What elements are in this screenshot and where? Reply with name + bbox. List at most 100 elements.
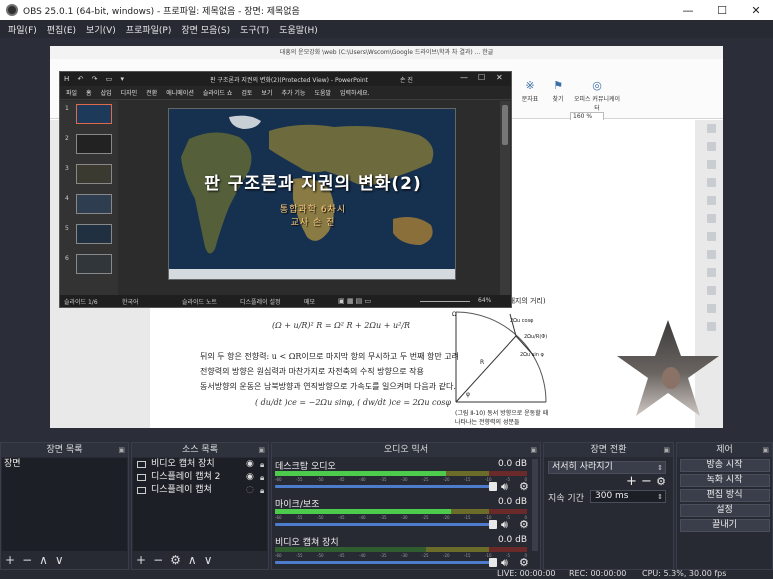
channel-settings-gear-icon[interactable]: ⚙ <box>519 556 529 569</box>
volume-slider[interactable] <box>275 523 493 526</box>
move-down-icon[interactable]: ∨ <box>204 553 213 567</box>
channel-settings-gear-icon[interactable]: ⚙ <box>519 480 529 493</box>
transition-select[interactable]: 서서히 사라지기 ⇕ <box>548 461 666 474</box>
dock-float-icon[interactable]: ▣ <box>762 443 769 457</box>
menu-profile[interactable]: 프로파일(P) <box>121 23 177 36</box>
source-settings-gear-icon[interactable]: ⚙ <box>170 553 181 567</box>
ppt-quick-access: H ↶ ↷ ▭ ▾ <box>64 75 128 83</box>
dock-float-icon[interactable]: ▣ <box>530 443 537 457</box>
doc-line-3: 동서방향의 운동은 남북방향과 연직방향으로 가속도를 일으켜며 다음과 같다. <box>200 382 456 391</box>
menu-tools[interactable]: 도구(T) <box>235 23 274 36</box>
start-recording-button[interactable]: 녹화 시작 <box>679 474 770 487</box>
menu-edit[interactable]: 편집(E) <box>42 23 81 36</box>
ppt-tab-addins: 추가 기능 <box>281 90 306 97</box>
mixer-dock-header: 오디오 믹서 ▣ <box>272 443 540 457</box>
maximize-button[interactable]: ☐ <box>705 0 739 20</box>
minimize-button[interactable]: — <box>671 0 705 20</box>
figure-label-radius: R <box>480 359 484 366</box>
obs-window: OBS 25.0.1 (64-bit, windows) - 프로파일: 제목없… <box>0 0 773 579</box>
start-streaming-button[interactable]: 방송 시작 <box>679 459 770 472</box>
ppt-tell-me: 입력하세요. <box>340 90 370 97</box>
channel-settings-gear-icon[interactable]: ⚙ <box>519 518 529 531</box>
controls-dock-header: 제어 ▣ <box>677 443 772 457</box>
select-spinner-icon: ⇕ <box>657 464 663 472</box>
remove-source-button[interactable]: − <box>153 553 163 567</box>
meter-tick-label: -30 <box>401 553 408 558</box>
volume-meter <box>275 509 527 514</box>
move-up-icon[interactable]: ∧ <box>188 553 197 567</box>
dock-float-icon[interactable]: ▣ <box>258 443 265 457</box>
dock-float-icon[interactable]: ▣ <box>118 443 125 457</box>
meter-tick-label: -45 <box>338 515 345 520</box>
ppt-tab-view: 보기 <box>261 90 273 97</box>
ppt-language: 한국어 <box>122 299 139 306</box>
source-item[interactable]: 디스플레이 캡쳐 ◌ 🔒︎ <box>133 484 267 497</box>
source-item[interactable]: 디스플레이 캡쳐 2 ◉ 🔒︎ <box>133 471 267 484</box>
visibility-eye-icon[interactable]: ◉ <box>246 471 254 484</box>
add-source-button[interactable]: + <box>136 553 146 567</box>
volume-slider-handle[interactable] <box>489 482 497 491</box>
move-up-icon[interactable]: ∧ <box>39 553 48 567</box>
speaker-icon[interactable]: 🔊︎ <box>501 480 508 494</box>
slide-subtitle-course: 통합과학 6차시 <box>279 205 347 215</box>
sources-list[interactable]: 비디오 캡처 장치 ◉ 🔒︎ 디스플레이 캡쳐 2 ◉ 🔒︎ 디스플레이 캡쳐 … <box>133 458 267 551</box>
menu-help[interactable]: 도움말(H) <box>274 23 323 36</box>
duration-spinbox[interactable]: 300 ms ⇕ <box>590 490 666 503</box>
source-item[interactable]: 비디오 캡처 장치 ◉ 🔒︎ <box>133 458 267 471</box>
menu-scene-collection[interactable]: 장면 모음(S) <box>176 23 235 36</box>
meter-tick-label: -35 <box>380 477 387 482</box>
volume-meter <box>275 471 527 476</box>
lock-icon[interactable]: 🔒︎ <box>260 471 264 484</box>
word-title-bar: 대흥의 운모강화 \web (C:\Users\Wscom\Google 드라이… <box>50 46 723 59</box>
visibility-eye-icon[interactable]: ◉ <box>246 458 254 471</box>
speaker-icon[interactable]: 🔊︎ <box>501 518 508 532</box>
volume-slider-handle[interactable] <box>489 520 497 529</box>
meter-tick-label: -55 <box>296 515 303 520</box>
settings-button[interactable]: 설정 <box>679 504 770 517</box>
word-charmap-label: 문자표 <box>521 96 539 103</box>
figure-label-phi: φ <box>466 391 470 398</box>
meter-tick-label: -40 <box>359 515 366 520</box>
exit-button[interactable]: 끝내기 <box>679 519 770 532</box>
transition-add-remove: + − ⚙ <box>626 474 666 489</box>
menu-view[interactable]: 보기(V) <box>81 23 121 36</box>
mixer-channel-desktop: 데스크탑 오디오 0.0 dB -60 -55 -50 -45 -40 -35 -30 -25… <box>275 459 533 497</box>
volume-slider[interactable] <box>275 485 493 488</box>
meter-tick-label: -30 <box>401 477 408 482</box>
scenes-list[interactable]: 장면 <box>2 458 127 551</box>
ppt-thumbnail-pane: 1 2 3 4 5 6 <box>60 101 118 295</box>
meter-tick-label: -55 <box>296 477 303 482</box>
meter-tick-label: -15 <box>464 553 471 558</box>
thumb-number-4: 4 <box>65 195 69 202</box>
add-transition-button[interactable]: + <box>626 474 637 489</box>
speaker-icon[interactable]: 🔊︎ <box>501 556 508 570</box>
scenes-toolbar: + − ∧ ∨ <box>1 551 128 569</box>
meter-tick-label: -35 <box>380 553 387 558</box>
ppt-minimize-icon: — <box>460 73 468 82</box>
close-button[interactable]: ✕ <box>739 0 773 20</box>
sources-dock: 소스 목록 ▣ 비디오 캡처 장치 ◉ 🔒︎ 디스플레이 캡쳐 2 ◉ 🔒︎ 디… <box>131 442 269 570</box>
lock-icon[interactable]: 🔒︎ <box>260 484 264 497</box>
spinbox-arrows-icon[interactable]: ⇕ <box>657 492 663 503</box>
dock-float-icon[interactable]: ▣ <box>663 443 670 457</box>
studio-mode-button[interactable]: 편집 방식 <box>679 489 770 502</box>
transitions-dock: 장면 전환 ▣ 서서히 사라지기 ⇕ + − ⚙ 지속 기간 300 ms ⇕ <box>543 442 674 570</box>
meter-tick-label: -60 <box>275 553 282 558</box>
scene-item[interactable]: 장면 <box>2 458 127 471</box>
remove-scene-button[interactable]: − <box>22 553 32 567</box>
menu-bar: 파일(F) 편집(E) 보기(V) 프로파일(P) 장면 모음(S) 도구(T)… <box>0 20 773 38</box>
transition-settings-gear-icon[interactable]: ⚙ <box>656 475 666 488</box>
remove-transition-button[interactable]: − <box>641 474 652 489</box>
volume-slider-handle[interactable] <box>489 558 497 567</box>
menu-file[interactable]: 파일(F) <box>3 23 42 36</box>
move-down-icon[interactable]: ∨ <box>55 553 64 567</box>
add-scene-button[interactable]: + <box>5 553 15 567</box>
coriolis-figure: Ω 2Ωu cosφ 2Ωu/R(Φ) 2Ωu sin φ φ R <box>452 311 547 403</box>
volume-slider[interactable] <box>275 561 493 564</box>
preview-area: 대흥의 운모강화 \web (C:\Users\Wscom\Google 드라이… <box>0 38 773 440</box>
lock-icon[interactable]: 🔒︎ <box>260 458 264 471</box>
hidden-eye-icon[interactable]: ◌ <box>246 484 254 497</box>
meter-tick-label: -35 <box>380 515 387 520</box>
preview-canvas[interactable]: 대흥의 운모강화 \web (C:\Users\Wscom\Google 드라이… <box>50 46 723 428</box>
mixer-scrollbar[interactable] <box>532 459 538 551</box>
